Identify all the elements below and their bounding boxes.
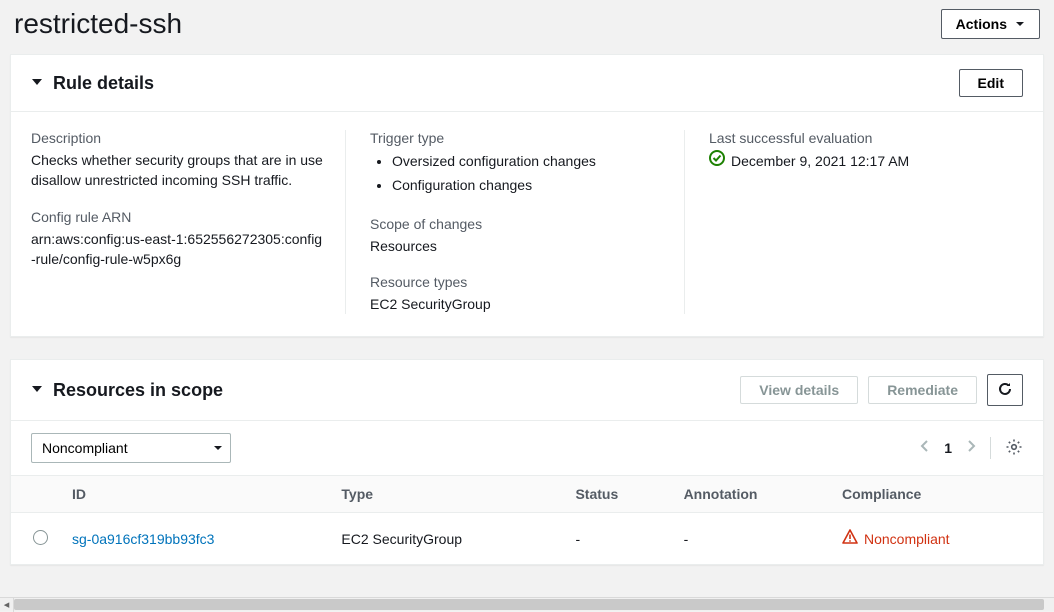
col-id[interactable]: ID	[60, 476, 329, 513]
prev-page-icon[interactable]	[920, 439, 930, 458]
compliance-text: Noncompliant	[864, 531, 950, 547]
resource-id-link[interactable]: sg-0a916cf319bb93fc3	[72, 531, 214, 547]
resource-annotation: -	[672, 513, 830, 565]
trigger-item: Oversized configuration changes	[392, 150, 664, 174]
actions-button[interactable]: Actions	[941, 9, 1040, 39]
success-check-icon	[709, 150, 725, 171]
caret-down-icon	[1015, 16, 1025, 32]
resources-panel: Resources in scope View details Remediat…	[10, 359, 1044, 565]
eval-value: December 9, 2021 12:17 AM	[731, 151, 909, 171]
arn-label: Config rule ARN	[31, 209, 325, 225]
resources-title: Resources in scope	[53, 380, 223, 401]
description-value: Checks whether security groups that are …	[31, 150, 325, 191]
row-select-radio[interactable]	[33, 530, 48, 545]
refresh-icon	[997, 381, 1013, 400]
resources-table: ID Type Status Annotation Compliance sg-…	[11, 475, 1043, 564]
rule-details-title: Rule details	[53, 73, 154, 94]
scroll-thumb[interactable]	[14, 599, 1044, 610]
resource-type: EC2 SecurityGroup	[329, 513, 563, 565]
scroll-left-icon[interactable]: ◂	[0, 598, 14, 612]
actions-label: Actions	[956, 16, 1007, 32]
arn-value: arn:aws:config:us-east-1:652556272305:co…	[31, 229, 325, 270]
table-row[interactable]: sg-0a916cf319bb93fc3 EC2 SecurityGroup -…	[11, 513, 1043, 565]
resource-types-label: Resource types	[370, 274, 664, 290]
trigger-list: Oversized configuration changes Configur…	[370, 150, 664, 198]
scope-value: Resources	[370, 236, 664, 256]
scope-label: Scope of changes	[370, 216, 664, 232]
pager: 1	[920, 437, 1023, 459]
col-description: Description Checks whether security grou…	[31, 130, 345, 314]
resource-types-value: EC2 SecurityGroup	[370, 294, 664, 314]
edit-button[interactable]: Edit	[959, 69, 1023, 97]
col-status[interactable]: Status	[563, 476, 671, 513]
remediate-button[interactable]: Remediate	[868, 376, 977, 404]
rule-details-panel: Rule details Edit Description Checks whe…	[10, 54, 1044, 337]
scroll-track[interactable]	[14, 598, 1054, 611]
settings-gear-icon[interactable]	[1005, 438, 1023, 459]
compliance-filter-select[interactable]: Noncompliant	[31, 433, 231, 463]
col-compliance[interactable]: Compliance	[830, 476, 1043, 513]
divider	[990, 437, 991, 459]
compliance-filter[interactable]: Noncompliant	[31, 433, 231, 463]
col-type[interactable]: Type	[329, 476, 563, 513]
next-page-icon[interactable]	[966, 439, 976, 458]
col-annotation[interactable]: Annotation	[672, 476, 830, 513]
warning-icon	[842, 529, 858, 548]
description-label: Description	[31, 130, 325, 146]
horizontal-scrollbar[interactable]: ◂	[0, 597, 1054, 611]
page-number: 1	[944, 440, 952, 456]
view-details-button[interactable]: View details	[740, 376, 858, 404]
refresh-button[interactable]	[987, 374, 1023, 406]
col-select	[11, 476, 60, 513]
collapse-icon[interactable]	[31, 75, 43, 91]
col-eval: Last successful evaluation December 9, 2…	[684, 130, 1023, 314]
resource-status: -	[563, 513, 671, 565]
compliance-badge: Noncompliant	[842, 529, 950, 548]
col-trigger: Trigger type Oversized configuration cha…	[345, 130, 684, 314]
eval-label: Last successful evaluation	[709, 130, 1003, 146]
page-title: restricted-ssh	[14, 8, 182, 40]
trigger-item: Configuration changes	[392, 174, 664, 198]
trigger-label: Trigger type	[370, 130, 664, 146]
collapse-icon[interactable]	[31, 382, 43, 398]
